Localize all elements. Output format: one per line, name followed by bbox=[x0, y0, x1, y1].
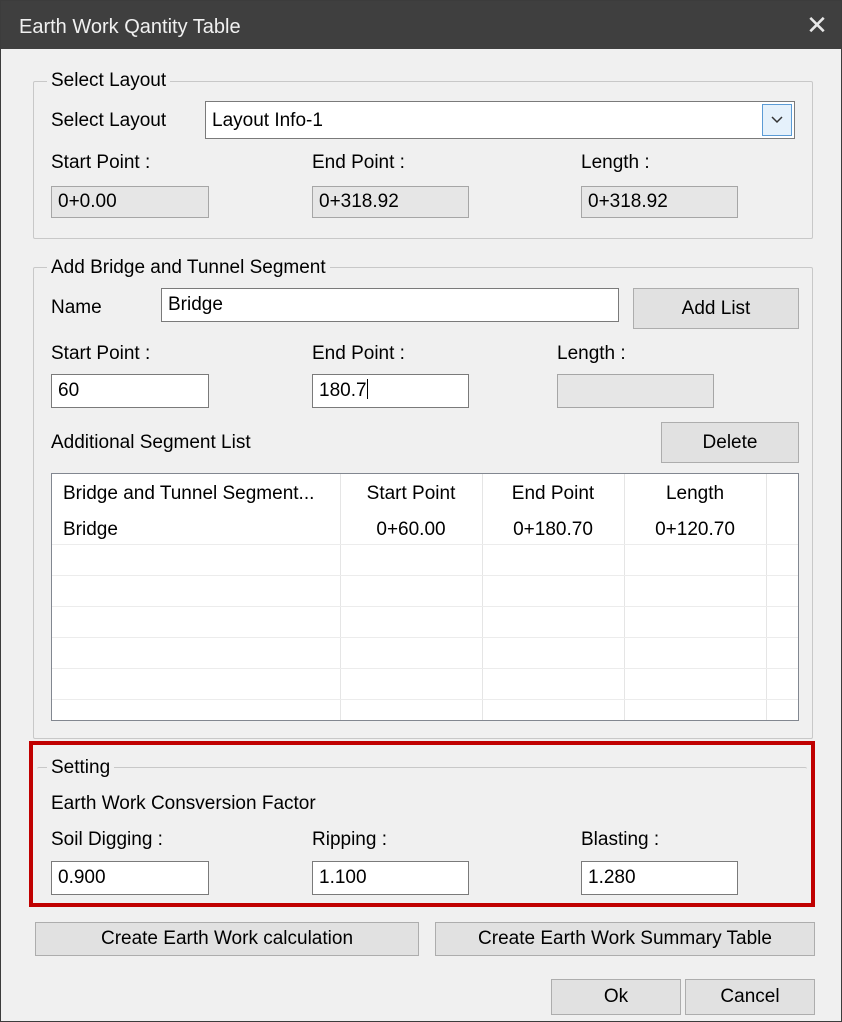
layout-dropdown-button[interactable] bbox=[762, 104, 792, 136]
column-header-end-point[interactable]: End Point bbox=[483, 474, 623, 514]
row-divider bbox=[52, 575, 798, 576]
segment-end-point-input[interactable]: 180.7 bbox=[312, 374, 469, 408]
layout-select[interactable]: Layout Info-1 bbox=[205, 101, 795, 139]
column-divider bbox=[624, 474, 625, 720]
create-calculation-button[interactable]: Create Earth Work calculation bbox=[35, 922, 419, 956]
text-cursor bbox=[366, 379, 368, 399]
segment-end-point-label: End Point : bbox=[312, 343, 405, 364]
chevron-down-icon bbox=[771, 116, 783, 124]
column-divider bbox=[766, 474, 767, 720]
ok-button[interactable]: Ok bbox=[551, 979, 681, 1015]
close-button[interactable]: ✕ bbox=[801, 9, 833, 41]
layout-select-value: Layout Info-1 bbox=[212, 110, 323, 131]
close-icon: ✕ bbox=[806, 10, 828, 40]
segment-list-table[interactable]: Bridge and Tunnel Segment... Start Point… bbox=[51, 473, 799, 721]
segment-start-point-label: Start Point : bbox=[51, 343, 151, 364]
column-header-segment[interactable]: Bridge and Tunnel Segment... bbox=[63, 474, 339, 514]
cancel-button[interactable]: Cancel bbox=[685, 979, 815, 1015]
row-divider bbox=[52, 606, 798, 607]
segment-length-field bbox=[557, 374, 714, 408]
select-layout-label: Select Layout bbox=[51, 110, 167, 131]
column-divider bbox=[482, 474, 483, 720]
table-header: Bridge and Tunnel Segment... Start Point… bbox=[52, 474, 798, 516]
layout-length-field: 0+318.92 bbox=[581, 186, 738, 218]
add-list-button[interactable]: Add List bbox=[633, 288, 799, 329]
earthwork-dialog: Earth Work Qantity Table ✕ Select Layout… bbox=[0, 0, 842, 1022]
row-divider bbox=[52, 637, 798, 638]
segment-name-label: Name bbox=[51, 297, 102, 318]
column-divider bbox=[340, 474, 341, 720]
row-segment-name: Bridge bbox=[63, 519, 118, 540]
row-start-point: 0+60.00 bbox=[376, 519, 446, 540]
column-header-start-point[interactable]: Start Point bbox=[341, 474, 481, 514]
create-summary-table-button[interactable]: Create Earth Work Summary Table bbox=[435, 922, 815, 956]
row-end-point: 0+180.70 bbox=[513, 519, 593, 540]
row-divider bbox=[52, 544, 798, 545]
layout-end-point-label: End Point : bbox=[312, 152, 405, 173]
table-row[interactable]: Bridge 0+60.00 0+180.70 0+120.70 bbox=[52, 516, 798, 544]
layout-length-label: Length : bbox=[581, 152, 650, 173]
delete-button[interactable]: Delete bbox=[661, 422, 799, 463]
segment-end-point-value: 180.7 bbox=[319, 380, 367, 401]
layout-end-point-field: 0+318.92 bbox=[312, 186, 469, 218]
window-title: Earth Work Qantity Table bbox=[19, 16, 241, 38]
segment-list-label: Additional Segment List bbox=[51, 432, 251, 453]
setting-highlight-box bbox=[29, 741, 815, 907]
segment-length-label: Length : bbox=[557, 343, 626, 364]
segment-name-input[interactable]: Bridge bbox=[161, 288, 619, 322]
segment-group-title: Add Bridge and Tunnel Segment bbox=[47, 257, 330, 279]
row-length: 0+120.70 bbox=[655, 519, 735, 540]
layout-start-point-label: Start Point : bbox=[51, 152, 151, 173]
column-header-length[interactable]: Length bbox=[625, 474, 765, 514]
row-divider bbox=[52, 699, 798, 700]
select-layout-group-title: Select Layout bbox=[47, 70, 171, 92]
layout-start-point-field: 0+0.00 bbox=[51, 186, 209, 218]
segment-start-point-input[interactable]: 60 bbox=[51, 374, 209, 408]
title-bar: Earth Work Qantity Table ✕ bbox=[1, 1, 841, 49]
row-divider bbox=[52, 668, 798, 669]
